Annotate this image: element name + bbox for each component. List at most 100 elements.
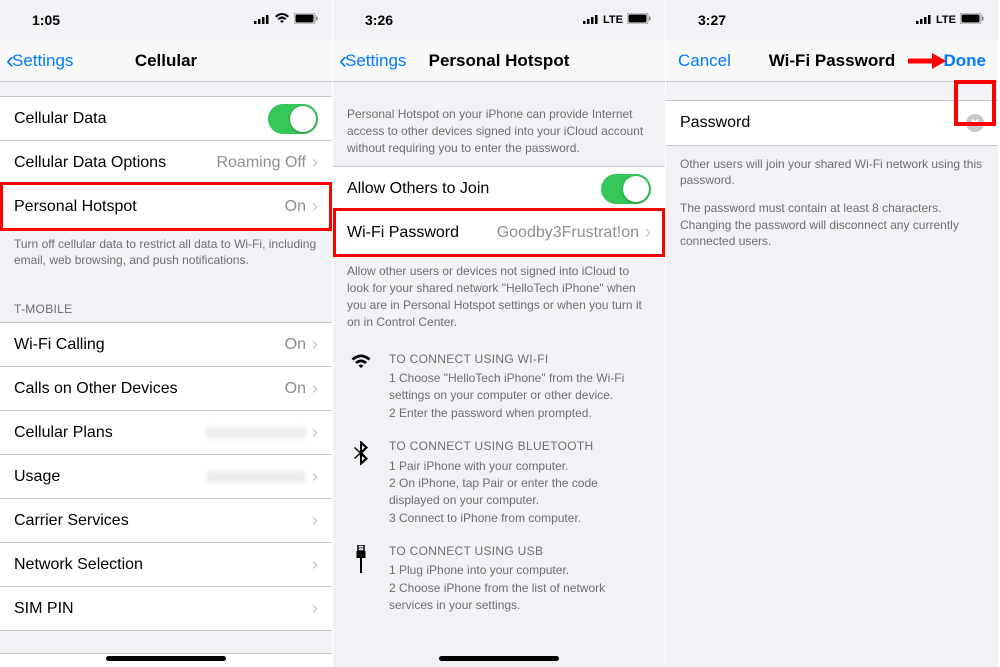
carrier-services-row[interactable]: Carrier Services › bbox=[0, 499, 332, 543]
status-time: 1:05 bbox=[14, 12, 60, 28]
back-button[interactable]: ‹ Settings bbox=[333, 49, 406, 73]
wifi-icon bbox=[274, 13, 290, 27]
password-label: Password bbox=[680, 114, 966, 132]
calls-other-devices-row[interactable]: Calls on Other Devices On › bbox=[0, 367, 332, 411]
status-indicators: LTE bbox=[583, 13, 651, 27]
instruct-title: TO CONNECT USING WI-FI bbox=[389, 351, 651, 368]
cellular-group: Cellular Data Cellular Data Options Roam… bbox=[0, 96, 332, 229]
chevron-right-icon: › bbox=[312, 378, 318, 399]
phone-personal-hotspot: 3:26 LTE ‹ Settings Personal Hotspot Per… bbox=[333, 0, 666, 667]
instruct-line: 2 Enter the password when prompted. bbox=[389, 405, 651, 422]
allow-others-row[interactable]: Allow Others to Join bbox=[333, 167, 665, 211]
network-selection-row[interactable]: Network Selection › bbox=[0, 543, 332, 587]
tmobile-group: Wi-Fi Calling On › Calls on Other Device… bbox=[0, 322, 332, 631]
row-value: On bbox=[285, 336, 306, 354]
row-label: SIM PIN bbox=[14, 600, 312, 618]
back-button[interactable]: ‹ Settings bbox=[0, 49, 73, 73]
allow-description: Allow other users or devices not signed … bbox=[333, 255, 665, 344]
blurred-value bbox=[206, 471, 306, 483]
status-bar: 3:26 LTE bbox=[333, 0, 665, 40]
signal-icon bbox=[916, 14, 932, 27]
battery-icon bbox=[960, 13, 984, 27]
wifi-icon bbox=[347, 351, 375, 423]
row-label: Usage bbox=[14, 468, 206, 486]
network-label: LTE bbox=[936, 14, 956, 26]
chevron-right-icon: › bbox=[312, 152, 318, 173]
connect-usb-instructions: TO CONNECT USING USB 1 Plug iPhone into … bbox=[333, 537, 665, 625]
chevron-right-icon: › bbox=[312, 196, 318, 217]
status-indicators bbox=[254, 13, 318, 27]
row-label: Wi-Fi Calling bbox=[14, 336, 285, 354]
status-bar: 1:05 bbox=[0, 0, 332, 40]
usb-icon bbox=[347, 543, 375, 615]
personal-hotspot-row[interactable]: Personal Hotspot On › bbox=[0, 185, 332, 229]
battery-icon bbox=[627, 13, 651, 27]
connect-wifi-instructions: TO CONNECT USING WI-FI 1 Choose "HelloTe… bbox=[333, 345, 665, 433]
hotspot-group: Allow Others to Join Wi-Fi Password Good… bbox=[333, 166, 665, 255]
status-time: 3:26 bbox=[347, 12, 393, 28]
row-label: Wi-Fi Password bbox=[347, 224, 497, 242]
status-bar: 3:27 LTE bbox=[666, 0, 998, 40]
nav-bar: Cancel Wi-Fi Password Done bbox=[666, 40, 998, 82]
row-label: Personal Hotspot bbox=[14, 198, 285, 216]
instruct-line: 1 Choose "HelloTech iPhone" from the Wi-… bbox=[389, 370, 651, 405]
signal-icon bbox=[583, 14, 599, 27]
done-button[interactable]: Done bbox=[944, 51, 987, 71]
wifi-calling-row[interactable]: Wi-Fi Calling On › bbox=[0, 323, 332, 367]
sim-pin-row[interactable]: SIM PIN › bbox=[0, 587, 332, 631]
row-label: Cellular Data bbox=[14, 110, 268, 128]
cellular-data-row[interactable]: Cellular Data bbox=[0, 97, 332, 141]
wifi-password-row[interactable]: Wi-Fi Password Goodby3Frustrat!on › bbox=[333, 211, 665, 255]
password-desc2: The password must contain at least 8 cha… bbox=[666, 200, 998, 263]
row-label: Cellular Plans bbox=[14, 424, 206, 442]
red-arrow-icon bbox=[906, 51, 946, 71]
password-desc1: Other users will join your shared Wi-Fi … bbox=[666, 146, 998, 200]
instruct-line: 2 Choose iPhone from the list of network… bbox=[389, 580, 651, 615]
instruct-line: 3 Connect to iPhone from computer. bbox=[389, 510, 651, 527]
signal-icon bbox=[254, 14, 270, 27]
row-label: Network Selection bbox=[14, 556, 312, 574]
row-value: Roaming Off bbox=[216, 154, 306, 172]
blurred-value bbox=[206, 427, 306, 439]
chevron-right-icon: › bbox=[312, 334, 318, 355]
row-label: Allow Others to Join bbox=[347, 180, 601, 198]
chevron-right-icon: › bbox=[312, 422, 318, 443]
back-label: Settings bbox=[12, 51, 73, 71]
nav-bar: ‹ Settings Personal Hotspot bbox=[333, 40, 665, 82]
bluetooth-icon bbox=[347, 438, 375, 527]
home-indicator[interactable] bbox=[439, 656, 559, 661]
status-time: 3:27 bbox=[680, 12, 726, 28]
instruct-title: TO CONNECT USING USB bbox=[389, 543, 651, 560]
instruct-line: 1 Plug iPhone into your computer. bbox=[389, 562, 651, 579]
instruct-title: TO CONNECT USING BLUETOOTH bbox=[389, 438, 651, 455]
cancel-button[interactable]: Cancel bbox=[666, 51, 731, 71]
footer-text: Turn off cellular data to restrict all d… bbox=[0, 229, 332, 282]
instruct-line: 1 Pair iPhone with your computer. bbox=[389, 458, 651, 475]
row-label: Carrier Services bbox=[14, 512, 312, 530]
cellular-data-options-row[interactable]: Cellular Data Options Roaming Off › bbox=[0, 141, 332, 185]
instruct-line: 2 On iPhone, tap Pair or enter the code … bbox=[389, 475, 651, 510]
hotspot-description: Personal Hotspot on your iPhone can prov… bbox=[333, 82, 665, 166]
chevron-right-icon: › bbox=[645, 222, 651, 243]
network-label: LTE bbox=[603, 14, 623, 26]
section-header: T-MOBILE bbox=[0, 282, 332, 322]
usage-row[interactable]: Usage › bbox=[0, 455, 332, 499]
row-label: Calls on Other Devices bbox=[14, 380, 285, 398]
nav-bar: ‹ Settings Cellular bbox=[0, 40, 332, 82]
row-label: Cellular Data Options bbox=[14, 154, 216, 172]
phone-wifi-password: 3:27 LTE Cancel Wi-Fi Password Done Pass… bbox=[666, 0, 999, 667]
phone-cellular: 1:05 ‹ Settings Cellular Cellular Data C… bbox=[0, 0, 333, 667]
cellular-data-toggle[interactable] bbox=[268, 104, 318, 134]
home-indicator[interactable] bbox=[106, 656, 226, 661]
row-value: Goodby3Frustrat!on bbox=[497, 224, 639, 242]
cellular-plans-row[interactable]: Cellular Plans › bbox=[0, 411, 332, 455]
chevron-right-icon: › bbox=[312, 510, 318, 531]
status-indicators: LTE bbox=[916, 13, 984, 27]
battery-icon bbox=[294, 13, 318, 27]
chevron-right-icon: › bbox=[312, 466, 318, 487]
back-label: Settings bbox=[345, 51, 406, 71]
password-row[interactable]: Password ✕ bbox=[666, 101, 998, 145]
allow-others-toggle[interactable] bbox=[601, 174, 651, 204]
chevron-right-icon: › bbox=[312, 554, 318, 575]
clear-icon[interactable]: ✕ bbox=[966, 114, 984, 132]
